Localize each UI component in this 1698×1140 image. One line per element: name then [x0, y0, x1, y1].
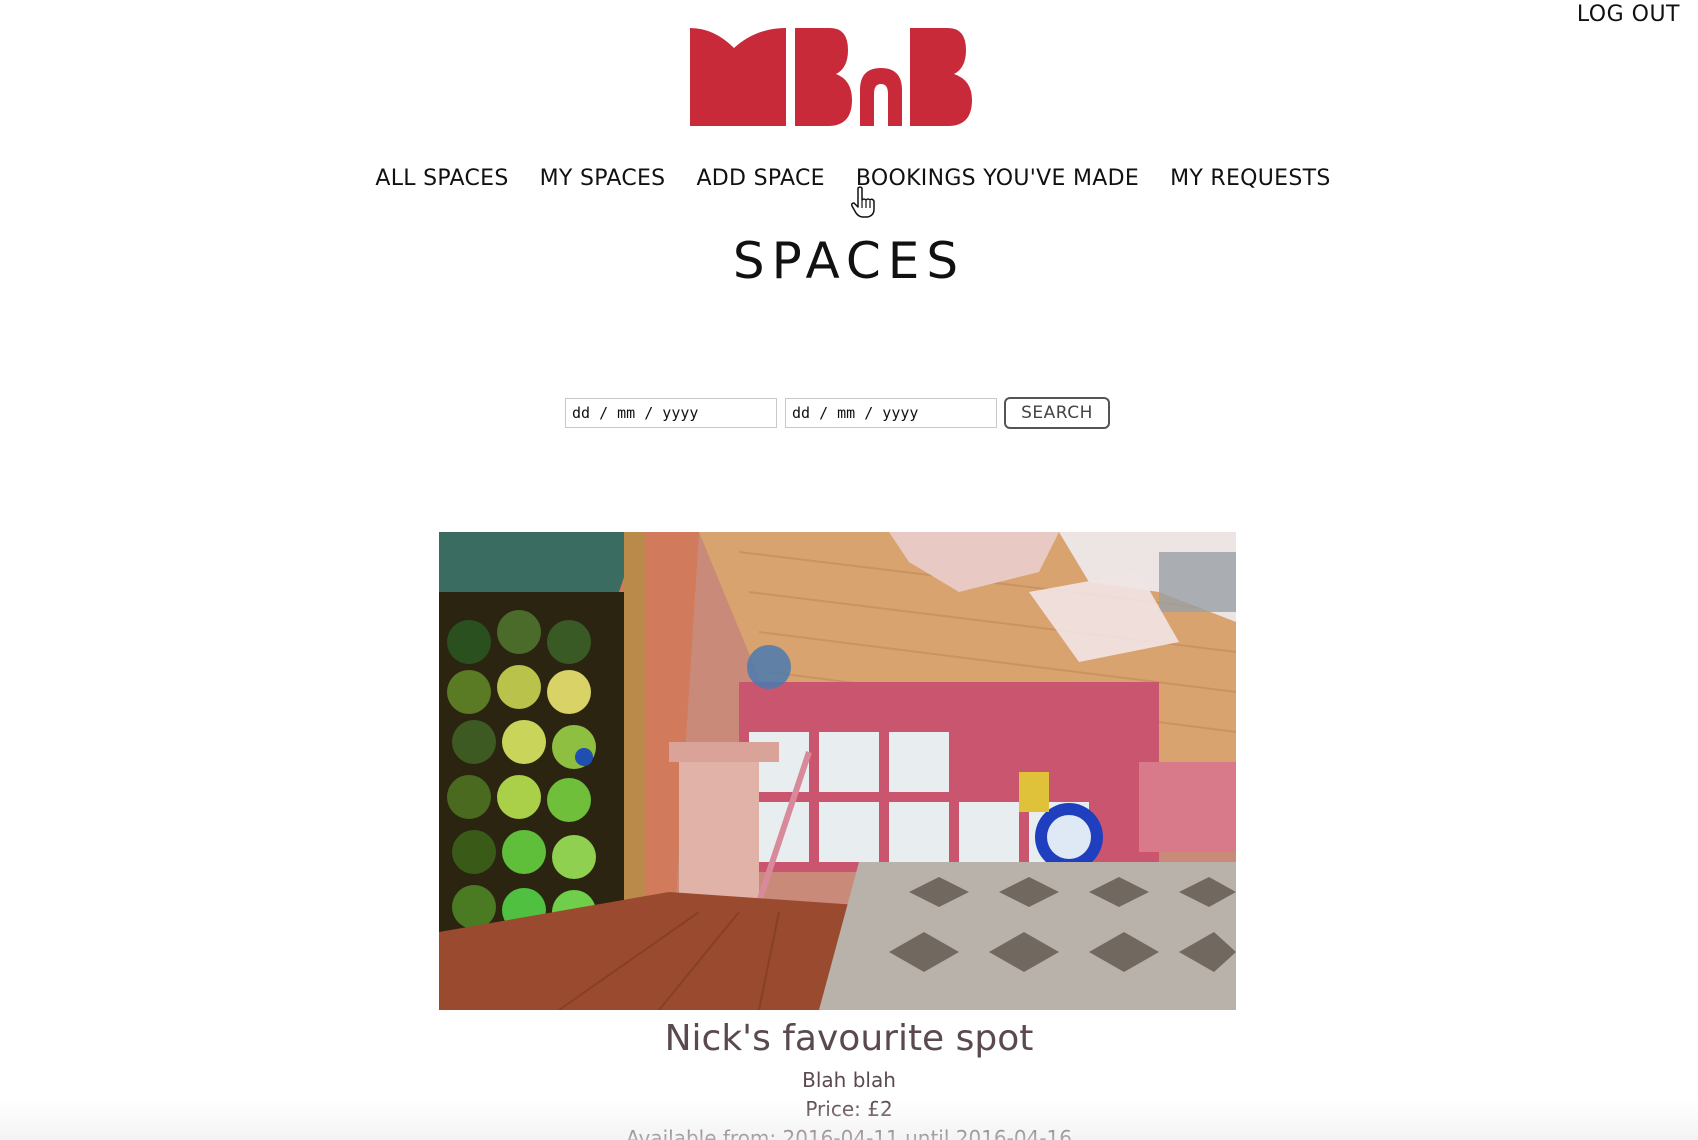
search-button[interactable]: SEARCH [1004, 397, 1110, 429]
attic-room-photo [439, 532, 1236, 1010]
space-price: Price: £2 [805, 1097, 893, 1121]
space-availability: Available from: 2016-04-11 until 2016-04… [625, 1126, 1072, 1140]
mbnb-logo[interactable] [690, 28, 984, 126]
hand-pointer-icon [851, 186, 875, 218]
date-search-form: SEARCH [565, 397, 1110, 429]
to-date-input[interactable] [785, 398, 997, 428]
page: LOG OUT ALL SPACES MY SPACES ADD SPACE B… [0, 0, 1698, 1140]
space-photo[interactable] [439, 532, 1236, 1010]
logout-link[interactable]: LOG OUT [1577, 2, 1680, 27]
space-title[interactable]: Nick's favourite spot [0, 1018, 1698, 1059]
nav-my-spaces[interactable]: MY SPACES [540, 166, 666, 191]
from-date-input[interactable] [565, 398, 777, 428]
nav-my-requests[interactable]: MY REQUESTS [1170, 166, 1331, 191]
nav-bookings-youve-made[interactable]: BOOKINGS YOU'VE MADE [856, 166, 1139, 191]
main-nav: ALL SPACES MY SPACES ADD SPACE BOOKINGS … [0, 166, 1698, 191]
nav-add-space[interactable]: ADD SPACE [696, 166, 824, 191]
space-description: Blah blah [802, 1068, 896, 1092]
page-title: SPACES [732, 232, 966, 290]
nav-all-spaces[interactable]: ALL SPACES [375, 166, 508, 191]
